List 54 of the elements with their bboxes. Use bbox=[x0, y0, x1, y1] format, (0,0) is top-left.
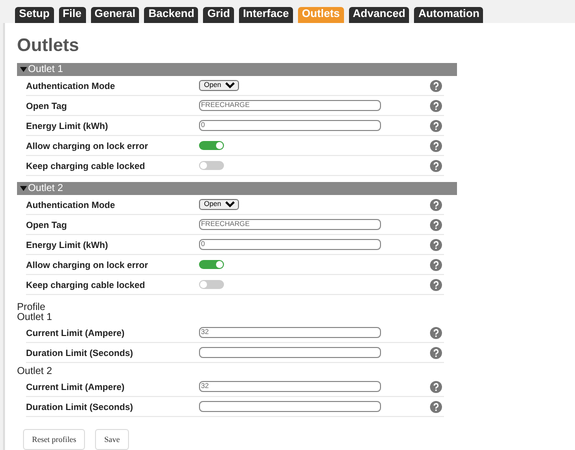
tab[interactable]: Interface bbox=[238, 7, 293, 23]
toggle-switch[interactable] bbox=[199, 280, 224, 289]
tab[interactable]: Grid bbox=[203, 7, 234, 23]
input-field[interactable] bbox=[199, 347, 381, 358]
page-title: Outlets bbox=[17, 35, 80, 55]
field-label: Open Tag bbox=[26, 220, 68, 230]
section-header[interactable]: Outlet 2 bbox=[17, 182, 457, 195]
input-field[interactable] bbox=[199, 401, 381, 412]
toggle-switch[interactable] bbox=[199, 161, 224, 170]
help-icon[interactable] bbox=[430, 120, 442, 132]
field-label: Allow charging on lock error bbox=[26, 260, 150, 270]
help-icon[interactable] bbox=[430, 380, 442, 392]
section-title: Outlet 1 bbox=[28, 63, 64, 76]
field-label: Current Limit (Ampere) bbox=[26, 382, 126, 392]
help-icon[interactable] bbox=[430, 400, 442, 412]
help-icon[interactable] bbox=[430, 100, 442, 112]
help-icon[interactable] bbox=[430, 346, 442, 358]
section-header[interactable]: Outlet 1 bbox=[17, 63, 457, 76]
tab[interactable]: General bbox=[90, 7, 140, 23]
tab[interactable]: Setup bbox=[15, 7, 54, 23]
field-label: Open Tag bbox=[26, 100, 68, 110]
field-label: Authentication Mode bbox=[26, 200, 116, 210]
help-icon[interactable] bbox=[430, 326, 442, 338]
tab[interactable]: Automation bbox=[414, 7, 484, 23]
toggle-switch[interactable] bbox=[199, 141, 224, 150]
help-icon[interactable] bbox=[430, 80, 442, 92]
help-icon[interactable] bbox=[430, 238, 442, 250]
help-icon[interactable] bbox=[430, 258, 442, 270]
field-label: Allow charging on lock error bbox=[26, 140, 150, 150]
help-icon[interactable] bbox=[430, 140, 442, 152]
tab[interactable]: File bbox=[58, 7, 86, 23]
section-title: Outlet 2 bbox=[28, 182, 64, 195]
help-icon[interactable] bbox=[430, 278, 442, 290]
field-label: Energy Limit (kWh) bbox=[26, 240, 110, 250]
field-label: Keep charging cable locked bbox=[26, 280, 146, 290]
action-button[interactable]: Save bbox=[95, 429, 129, 450]
profile-heading: Profile bbox=[17, 303, 46, 313]
toggle-switch[interactable] bbox=[199, 260, 224, 269]
tab[interactable]: Backend bbox=[144, 7, 198, 23]
group-heading: Outlet 1 bbox=[17, 313, 54, 323]
help-icon[interactable] bbox=[430, 198, 442, 210]
help-icon[interactable] bbox=[430, 218, 442, 230]
field-label: Energy Limit (kWh) bbox=[26, 120, 110, 130]
tab[interactable]: Advanced bbox=[348, 7, 410, 23]
field-label: Keep charging cable locked bbox=[26, 160, 146, 170]
help-icon[interactable] bbox=[430, 160, 442, 172]
triangle-icon[interactable] bbox=[20, 66, 27, 73]
triangle-icon[interactable] bbox=[20, 185, 27, 192]
field-label: Current Limit (Ampere) bbox=[26, 328, 126, 338]
field-label: Authentication Mode bbox=[26, 80, 116, 90]
group-heading: Outlet 2 bbox=[17, 367, 54, 377]
field-label: Duration Limit (Seconds) bbox=[26, 348, 134, 358]
action-button[interactable]: Reset profiles bbox=[23, 429, 86, 450]
field-label: Duration Limit (Seconds) bbox=[26, 402, 134, 412]
